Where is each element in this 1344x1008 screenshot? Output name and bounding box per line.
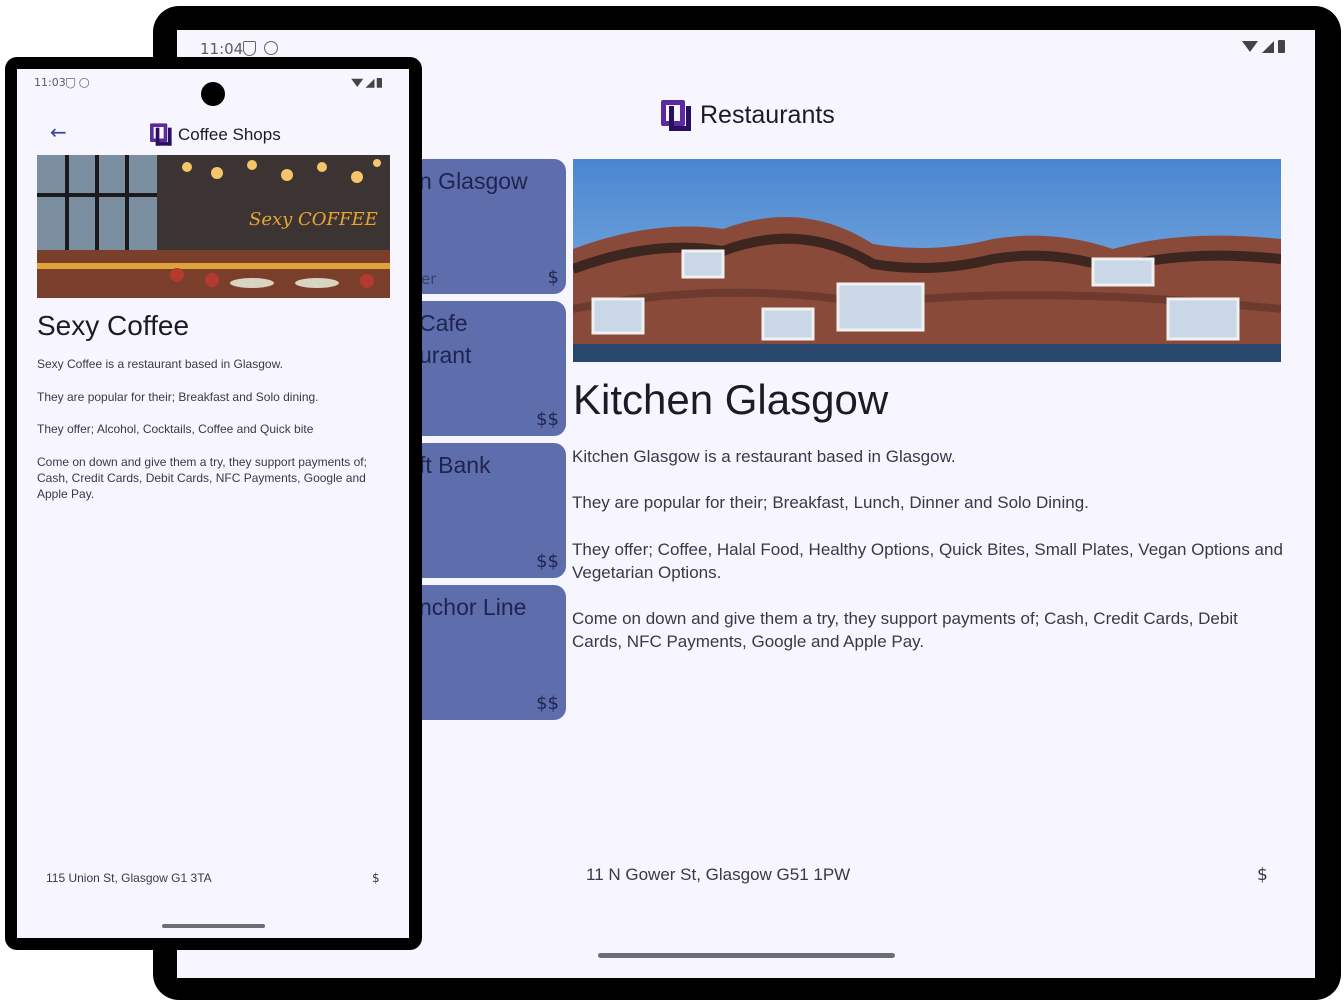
list-item[interactable]: n Glasgow er $ xyxy=(409,159,566,294)
page-title: Coffee Shops xyxy=(178,124,281,144)
status-system-icons xyxy=(1242,40,1285,53)
restaurant-hero-image xyxy=(573,159,1281,362)
list-item-price: $ xyxy=(547,267,559,288)
coffee-shop-hero-image: Sexy COFFEE xyxy=(37,155,390,298)
detail-payments: Come on down and give them a try, they s… xyxy=(572,609,1238,651)
detail-title: Sexy Coffee xyxy=(37,310,190,341)
app-header: Coffee Shops xyxy=(150,119,281,150)
status-notification-icons xyxy=(66,78,90,89)
list-item-name: nchor Line xyxy=(419,594,527,620)
list-item-name: ft Bank xyxy=(419,452,491,478)
battery-icon xyxy=(1278,40,1285,53)
list-item-name: n Glasgow xyxy=(419,168,528,194)
list-item[interactable]: nchor Line $$ xyxy=(409,585,566,720)
shield-icon xyxy=(66,78,76,89)
detail-title: Kitchen Glasgow xyxy=(573,376,889,423)
status-time: 11:04 xyxy=(200,40,244,58)
detail-payments: Come on down and give them a try, they s… xyxy=(37,455,367,501)
signal-icon xyxy=(1262,40,1274,53)
detail-offers: They offer; Coffee, Halal Food, Healthy … xyxy=(572,540,1283,582)
shield-icon xyxy=(243,41,256,56)
list-item-price: $$ xyxy=(536,551,559,572)
list-item-name: Cafe urant xyxy=(419,310,472,368)
app-logo-icon xyxy=(150,123,172,146)
detail-price: $ xyxy=(1257,865,1268,885)
detail-price: $ xyxy=(372,871,380,885)
status-system-icons xyxy=(351,78,382,88)
app-logo-icon xyxy=(661,100,692,131)
camera-cutout xyxy=(201,82,225,106)
list-item[interactable]: Cafe urant $$ xyxy=(409,301,566,436)
detail-address: 11 N Gower St, Glasgow G51 1PW xyxy=(586,865,851,884)
detail-description: Kitchen Glasgow is a restaurant based in… xyxy=(572,447,956,466)
detail-offers: They offer; Alcohol, Cocktails, Coffee a… xyxy=(37,422,314,436)
vpn-icon xyxy=(264,41,278,55)
detail-description: Sexy Coffee is a restaurant based in Gla… xyxy=(37,357,283,371)
home-gesture-bar[interactable] xyxy=(162,924,265,928)
detail-popular: They are popular for their; Breakfast an… xyxy=(37,390,319,404)
wifi-icon xyxy=(1242,41,1258,52)
list-item-price: $$ xyxy=(536,693,559,714)
battery-icon xyxy=(376,78,382,88)
list-item-price: $$ xyxy=(536,409,559,430)
phone-screen: 11:03 ← Coffee Shops Sexy COFFEE Sexy Co… xyxy=(17,69,409,938)
detail-address: 115 Union St, Glasgow G1 3TA xyxy=(46,871,212,885)
signal-icon xyxy=(365,78,375,88)
page-title: Restaurants xyxy=(700,101,835,129)
status-time: 11:03 xyxy=(34,76,66,89)
list-item[interactable]: ft Bank $$ xyxy=(409,443,566,578)
vpn-icon xyxy=(79,78,90,88)
home-gesture-bar[interactable] xyxy=(598,953,895,958)
detail-popular: They are popular for their; Breakfast, L… xyxy=(572,493,1089,512)
back-arrow-icon[interactable]: ← xyxy=(50,120,67,144)
list-item-subtitle: er xyxy=(421,270,437,288)
hero-sign-text: Sexy COFFEE xyxy=(249,209,378,230)
status-notification-icons xyxy=(243,41,278,56)
wifi-icon xyxy=(351,78,364,87)
app-header: Restaurants xyxy=(661,100,835,131)
